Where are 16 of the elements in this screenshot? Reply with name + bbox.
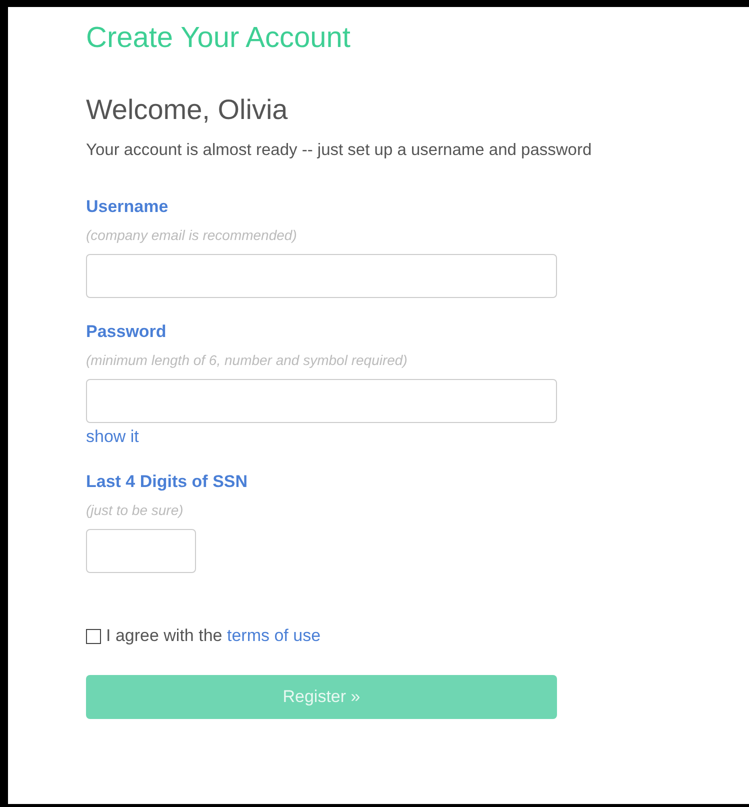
field-label: Password — [86, 321, 168, 343]
page-title: Create Your Account — [86, 21, 352, 55]
field-label: Username — [86, 196, 170, 218]
field-hint: (minimum length of 6, number and symbol required) — [86, 351, 408, 370]
field-hint: (company email is recommended) — [86, 226, 298, 245]
intro-text: Your account is almost ready -- just set up a username and password — [86, 140, 593, 161]
input-field[interactable] — [86, 254, 557, 298]
input-field[interactable] — [86, 529, 196, 573]
greeting-heading: Welcome, Olivia — [86, 93, 289, 127]
terms-link[interactable]: terms of use — [226, 626, 321, 645]
input-field[interactable] — [86, 379, 557, 423]
show-password-link[interactable]: show it — [86, 426, 139, 448]
field-label: Last 4 Digits of SSN — [86, 471, 249, 493]
agree-text: I agree with the terms of use — [106, 625, 321, 647]
agree-checkbox[interactable] — [86, 628, 101, 644]
field-hint: (just to be sure) — [86, 501, 184, 520]
